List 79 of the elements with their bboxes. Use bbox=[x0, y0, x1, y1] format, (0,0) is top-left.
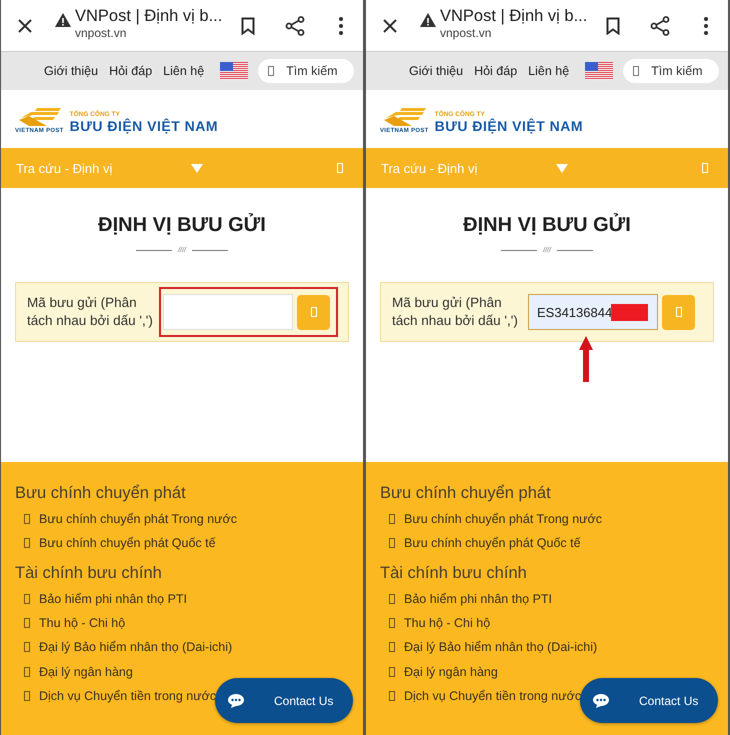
page-url: vnpost.vn bbox=[75, 26, 128, 40]
missing-glyph-icon bbox=[24, 514, 30, 524]
tracking-number-field[interactable] bbox=[163, 294, 293, 330]
us-flag-icon[interactable] bbox=[585, 62, 614, 80]
logo-name: BƯU ĐIỆN VIỆT NAM bbox=[70, 118, 218, 134]
footer-heading: Bưu chính chuyển phát bbox=[15, 484, 187, 503]
contact-us-button[interactable]: Contact Us bbox=[215, 678, 353, 723]
missing-glyph-icon bbox=[389, 594, 395, 604]
dropdown-caret-icon bbox=[191, 164, 203, 172]
footer-heading: Tài chính bưu chính bbox=[15, 564, 163, 583]
missing-glyph-icon bbox=[268, 66, 274, 76]
search-field[interactable]: Tìm kiếm bbox=[258, 59, 354, 83]
footer-link[interactable]: Bưu chính chuyển phát Trong nước bbox=[39, 512, 237, 526]
footer-link[interactable]: Đại lý ngân hàng bbox=[39, 664, 133, 679]
close-icon[interactable] bbox=[382, 18, 398, 34]
nav-link[interactable]: Hỏi đáp bbox=[474, 64, 518, 78]
missing-glyph-icon bbox=[676, 307, 682, 317]
warning-icon bbox=[420, 13, 436, 27]
footer-link[interactable]: Thu hộ - Chi hộ bbox=[404, 616, 490, 630]
missing-glyph-icon bbox=[24, 594, 30, 604]
nav-link[interactable]: Giới thiệu bbox=[44, 64, 98, 78]
missing-glyph-icon bbox=[389, 666, 395, 677]
vietnam-post-logo-icon bbox=[382, 106, 426, 128]
menu-label: Tra cứu - Định vị bbox=[381, 160, 478, 176]
page-heading: ĐỊNH VỊ BƯU GỬI bbox=[98, 214, 266, 237]
footer-heading: Bưu chính chuyển phát bbox=[380, 484, 552, 503]
missing-glyph-icon bbox=[389, 618, 395, 628]
logo-name: BƯU ĐIỆN VIỆT NAM bbox=[434, 118, 584, 134]
chat-icon bbox=[228, 694, 244, 708]
footer-link[interactable]: Đại lý Bảo hiểm nhân thọ (Dai-ichi) bbox=[39, 640, 232, 654]
page-title: VNPost | Định vị b... bbox=[75, 7, 224, 26]
missing-glyph-icon bbox=[24, 690, 30, 701]
vietnam-post-logo-icon bbox=[17, 106, 62, 128]
chat-icon bbox=[593, 694, 609, 708]
share-icon[interactable] bbox=[285, 16, 305, 36]
share-icon[interactable] bbox=[650, 16, 670, 36]
page-url: vnpost.vn bbox=[440, 26, 492, 40]
missing-glyph-icon bbox=[337, 163, 343, 173]
footer-link[interactable]: Bưu chính chuyển phát Quốc tế bbox=[404, 536, 581, 550]
missing-glyph-icon bbox=[389, 642, 395, 652]
menu-label: Tra cứu - Định vị bbox=[16, 160, 114, 176]
close-icon[interactable] bbox=[17, 18, 33, 34]
page-heading: ĐỊNH VỊ BƯU GỬI bbox=[463, 214, 631, 237]
missing-glyph-icon bbox=[24, 642, 30, 652]
missing-glyph-icon bbox=[24, 618, 30, 628]
dropdown-caret-icon bbox=[556, 164, 568, 172]
nav-link[interactable]: Liên hệ bbox=[163, 64, 204, 78]
missing-glyph-icon bbox=[633, 66, 640, 76]
footer-link[interactable]: Bảo hiểm phi nhân thọ PTI bbox=[39, 592, 188, 606]
nav-link[interactable]: Hỏi đáp bbox=[109, 64, 152, 78]
more-icon[interactable] bbox=[339, 16, 343, 34]
contact-us-button[interactable]: Contact Us bbox=[580, 678, 718, 723]
footer-link[interactable]: Dịch vụ Chuyển tiền trong nước bbox=[404, 688, 582, 703]
page-title: VNPost | Định vị b... bbox=[440, 7, 588, 26]
missing-glyph-icon bbox=[389, 514, 395, 524]
more-icon[interactable] bbox=[704, 16, 708, 34]
missing-glyph-icon bbox=[702, 163, 708, 173]
warning-icon bbox=[55, 13, 71, 27]
missing-glyph-icon bbox=[310, 307, 316, 317]
search-field[interactable]: Tìm kiếm bbox=[623, 59, 720, 83]
us-flag-icon[interactable] bbox=[220, 62, 248, 80]
footer-link[interactable]: Đại lý Bảo hiểm nhân thọ (Dai-ichi) bbox=[404, 640, 598, 654]
missing-glyph-icon bbox=[24, 666, 30, 677]
nav-link[interactable]: Giới thiệu bbox=[409, 64, 464, 78]
bookmark-icon[interactable] bbox=[606, 16, 620, 34]
bookmark-icon[interactable] bbox=[241, 16, 255, 34]
missing-glyph-icon bbox=[389, 538, 395, 548]
footer-link[interactable]: Thu hộ - Chi hộ bbox=[39, 616, 126, 630]
footer-link[interactable]: Dịch vụ Chuyển tiền trong nước bbox=[39, 688, 216, 703]
footer-heading: Tài chính bưu chính bbox=[380, 564, 528, 583]
missing-glyph-icon bbox=[389, 690, 395, 701]
footer-link[interactable]: Đại lý ngân hàng bbox=[404, 664, 498, 679]
field-label: Mã bưu gửi (Phân tách nhau bởi dấu ',') bbox=[27, 294, 154, 330]
footer-link[interactable]: Bưu chính chuyển phát Quốc tế bbox=[39, 536, 216, 550]
missing-glyph-icon bbox=[24, 538, 30, 548]
field-label: Mã bưu gửi (Phân tách nhau bởi dấu ',') bbox=[392, 294, 519, 330]
footer-link[interactable]: Bảo hiểm phi nhân thọ PTI bbox=[404, 592, 552, 606]
nav-link[interactable]: Liên hệ bbox=[528, 64, 570, 78]
footer-link[interactable]: Bưu chính chuyển phát Trong nước bbox=[404, 512, 602, 526]
